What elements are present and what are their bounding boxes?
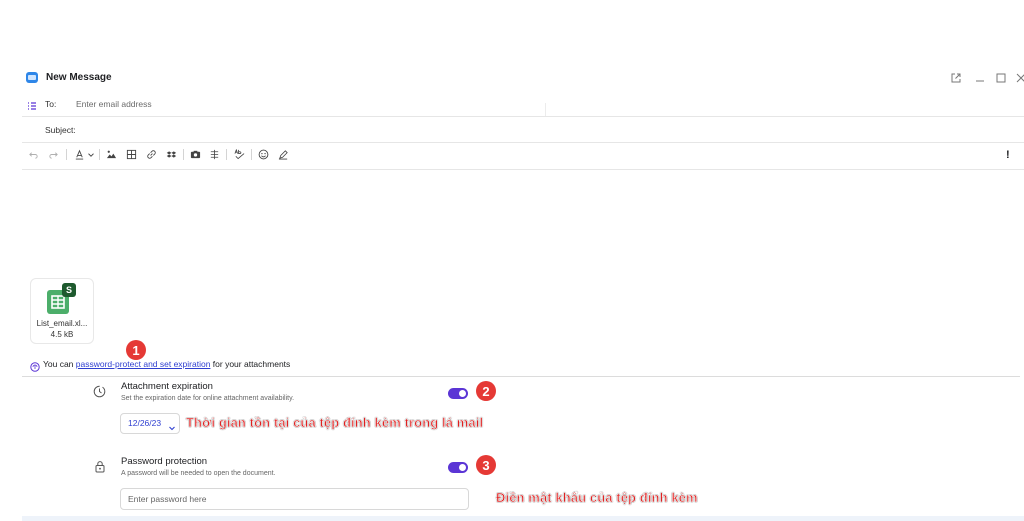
expiration-title: Attachment expiration <box>121 381 213 392</box>
to-underline <box>22 116 1024 117</box>
file-type-badge: S <box>62 283 76 297</box>
toolbar-separator <box>251 149 252 160</box>
annotation-password-note: Điền mật khẩu của tệp đính kèm <box>496 490 698 506</box>
table-icon[interactable] <box>124 147 138 161</box>
to-divider <box>545 103 546 117</box>
maximize-icon[interactable] <box>995 71 1007 83</box>
toolbar-separator <box>99 149 100 160</box>
password-input[interactable]: Enter password here <box>120 488 469 510</box>
attachment-card[interactable]: S List_email.xl... 4.5 kB <box>30 278 94 344</box>
spellcheck-icon[interactable] <box>232 147 246 161</box>
toolbar-underline <box>22 169 1024 170</box>
to-input[interactable]: Enter email address <box>76 99 152 109</box>
toolbar-separator <box>66 149 67 160</box>
expiration-date-value: 12/26/23 <box>128 418 162 428</box>
to-label: To: <box>45 99 57 109</box>
expiration-toggle[interactable] <box>448 388 468 399</box>
attachment-file-size: 4.5 kB <box>50 330 74 339</box>
pen-icon[interactable] <box>276 147 290 161</box>
password-title: Password protection <box>121 456 208 467</box>
expiration-date-select[interactable]: 12/26/23 <box>120 413 180 434</box>
notice-prefix: You can <box>43 359 76 369</box>
password-toggle[interactable] <box>448 462 468 473</box>
annotation-badge-1: 1 <box>126 340 146 360</box>
window-icon <box>26 72 38 83</box>
subject-underline <box>22 142 1024 143</box>
chevron-down-icon <box>168 419 176 431</box>
more-options-button[interactable]: ! <box>1006 149 1010 161</box>
annotation-expiration-note: Thời gian tồn tại của tệp đính kèm trong… <box>186 415 484 431</box>
dropbox-icon[interactable] <box>164 147 178 161</box>
attachment-notice: You can password-protect and set expirat… <box>43 359 290 369</box>
window-title: New Message <box>46 72 112 83</box>
notice-underline <box>22 376 1020 377</box>
link-icon[interactable] <box>144 147 158 161</box>
popout-icon[interactable] <box>950 71 962 83</box>
toolbar-separator <box>226 149 227 160</box>
notice-suffix: for your attachments <box>210 359 291 369</box>
expiration-description: Set the expiration date for online attac… <box>121 395 295 402</box>
bottom-bar <box>22 516 1024 521</box>
contacts-list-icon[interactable] <box>27 98 37 110</box>
close-icon[interactable] <box>1015 71 1024 83</box>
minimize-icon[interactable] <box>974 71 986 83</box>
strikethrough-icon[interactable] <box>207 147 221 161</box>
toolbar-separator <box>183 149 184 160</box>
emoji-icon[interactable] <box>256 147 270 161</box>
subject-label: Subject: <box>45 125 76 135</box>
font-color-icon[interactable] <box>72 147 86 161</box>
attachment-file-name: List_email.xl... <box>36 319 88 328</box>
image-icon[interactable] <box>104 147 118 161</box>
clock-icon <box>93 385 106 398</box>
notice-link[interactable]: password-protect and set expiration <box>76 359 211 369</box>
undo-icon[interactable] <box>26 147 40 161</box>
chevron-down-icon[interactable] <box>86 147 96 161</box>
redo-icon[interactable] <box>46 147 60 161</box>
camera-icon[interactable] <box>188 147 202 161</box>
password-description: A password will be needed to open the do… <box>121 470 276 477</box>
password-placeholder: Enter password here <box>128 494 207 504</box>
shield-icon <box>30 359 40 372</box>
annotation-badge-2: 2 <box>476 381 496 401</box>
annotation-badge-3: 3 <box>476 455 496 475</box>
lock-icon <box>94 460 106 473</box>
